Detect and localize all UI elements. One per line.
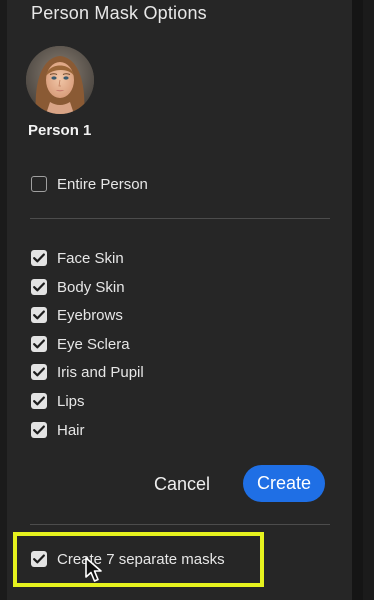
person-avatar[interactable] xyxy=(26,46,94,114)
hair-label: Hair xyxy=(57,421,85,439)
mask-part-eye-sclera[interactable]: Eye Sclera xyxy=(31,334,130,354)
lips-checkbox[interactable] xyxy=(31,393,47,409)
checkmark-icon xyxy=(33,339,45,349)
entire-person-checkbox-row[interactable]: Entire Person xyxy=(31,174,148,194)
panel-scrollbar-track[interactable] xyxy=(352,0,363,600)
checkmark-icon xyxy=(33,425,45,435)
iris-and-pupil-checkbox[interactable] xyxy=(31,364,47,380)
dialog-title: Person Mask Options xyxy=(31,3,207,23)
mask-part-face-skin[interactable]: Face Skin xyxy=(31,248,124,268)
create-button[interactable]: Create xyxy=(243,465,325,502)
face-skin-checkbox[interactable] xyxy=(31,250,47,266)
body-skin-label: Body Skin xyxy=(57,278,125,296)
iris-and-pupil-label: Iris and Pupil xyxy=(57,363,144,381)
face-skin-label: Face Skin xyxy=(57,249,124,267)
eyebrows-label: Eyebrows xyxy=(57,306,123,324)
mask-part-body-skin[interactable]: Body Skin xyxy=(31,277,125,297)
mask-part-lips[interactable]: Lips xyxy=(31,391,85,411)
divider-bottom xyxy=(30,524,330,525)
lips-label: Lips xyxy=(57,392,85,410)
eye-sclera-label: Eye Sclera xyxy=(57,335,130,353)
body-skin-checkbox[interactable] xyxy=(31,279,47,295)
checkmark-icon xyxy=(33,282,45,292)
mouse-pointer-icon xyxy=(85,557,102,582)
divider-top xyxy=(30,218,330,219)
eyebrows-checkbox[interactable] xyxy=(31,307,47,323)
hair-checkbox[interactable] xyxy=(31,422,47,438)
checkmark-icon xyxy=(33,367,45,377)
mask-part-eyebrows[interactable]: Eyebrows xyxy=(31,305,123,325)
mask-part-hair[interactable]: Hair xyxy=(31,420,85,440)
entire-person-checkbox[interactable] xyxy=(31,176,47,192)
eye-sclera-checkbox[interactable] xyxy=(31,336,47,352)
person-portrait-icon xyxy=(26,46,94,114)
entire-person-label: Entire Person xyxy=(57,175,148,193)
cancel-button[interactable]: Cancel xyxy=(141,466,223,502)
person-name: Person 1 xyxy=(28,122,92,139)
checkmark-icon xyxy=(33,396,45,406)
mask-part-iris-and-pupil[interactable]: Iris and Pupil xyxy=(31,362,144,382)
checkmark-icon xyxy=(33,253,45,263)
highlight-annotation xyxy=(13,532,264,587)
checkmark-icon xyxy=(33,310,45,320)
